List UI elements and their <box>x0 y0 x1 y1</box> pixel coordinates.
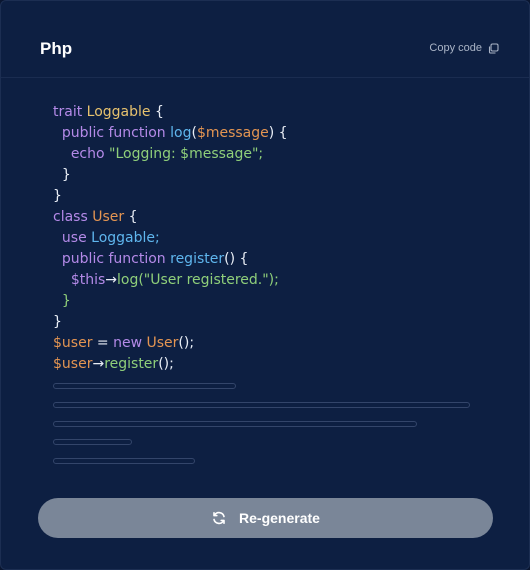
skeleton-line <box>53 402 470 408</box>
code-token: } <box>61 293 71 309</box>
code-line: public function log($message) { <box>53 123 288 144</box>
regenerate-label: Re-generate <box>239 510 320 526</box>
code-token: Loggable; <box>91 230 160 246</box>
skeleton-line <box>53 383 236 389</box>
code-token: $user <box>53 335 93 351</box>
code-token: = <box>92 335 114 351</box>
code-token: Loggable <box>86 104 151 120</box>
code-token: } <box>53 188 62 204</box>
code-token: echo <box>70 146 110 162</box>
code-line: $this→log("User registered."); <box>53 270 288 291</box>
code-token: → <box>92 356 105 372</box>
code-token: public function <box>61 125 171 141</box>
code-line: $user = new User(); <box>53 333 288 354</box>
code-token: → <box>105 272 117 288</box>
code-header: Php Copy code <box>1 1 529 78</box>
code-line: } <box>53 291 288 312</box>
code-token: public function <box>61 251 171 267</box>
code-token: User <box>146 335 179 351</box>
language-label: Php <box>40 39 73 58</box>
code-line: } <box>53 165 288 186</box>
code-card: Php Copy code trait Loggable { public fu… <box>0 0 530 570</box>
regenerate-button[interactable]: Re-generate <box>38 498 493 538</box>
skeleton-line <box>53 458 195 464</box>
skeleton-line <box>53 421 417 427</box>
skeleton-line <box>53 439 132 445</box>
code-token: ) { <box>268 125 288 141</box>
code-token: register <box>104 356 159 372</box>
code-token: trait <box>53 104 87 120</box>
code-token: register <box>170 251 225 267</box>
code-token: () { <box>224 251 249 267</box>
code-token: $user <box>53 356 93 372</box>
code-token: { <box>124 209 138 225</box>
code-line: class User { <box>53 207 288 228</box>
code-token: User <box>92 209 125 225</box>
copy-code-label: Copy code <box>429 42 482 54</box>
code-token: } <box>53 167 71 183</box>
code-token: (); <box>158 356 174 372</box>
code-token: (); <box>178 335 195 351</box>
code-token: $message <box>196 125 269 141</box>
code-token: use <box>61 230 92 246</box>
code-block: trait Loggable { public function log($me… <box>53 102 288 375</box>
code-token: "Logging: $message"; <box>109 146 264 162</box>
refresh-icon <box>211 510 227 526</box>
code-token: log <box>170 125 192 141</box>
code-line: use Loggable; <box>53 228 288 249</box>
code-token: new <box>113 335 147 351</box>
code-line: trait Loggable { <box>53 102 288 123</box>
code-token: ("User registered."); <box>138 272 279 288</box>
copy-code-button[interactable]: Copy code <box>429 42 499 54</box>
copy-icon <box>488 42 499 54</box>
code-line: public function register() { <box>53 249 288 270</box>
code-token: log <box>117 272 139 288</box>
code-line: echo "Logging: $message"; <box>53 144 288 165</box>
code-line: $user→register(); <box>53 354 288 375</box>
code-token: } <box>53 314 62 330</box>
code-line: } <box>53 312 288 333</box>
code-token: class <box>53 209 93 225</box>
code-line: } <box>53 186 288 207</box>
code-token: { <box>150 104 164 120</box>
code-token: $this <box>70 272 106 288</box>
